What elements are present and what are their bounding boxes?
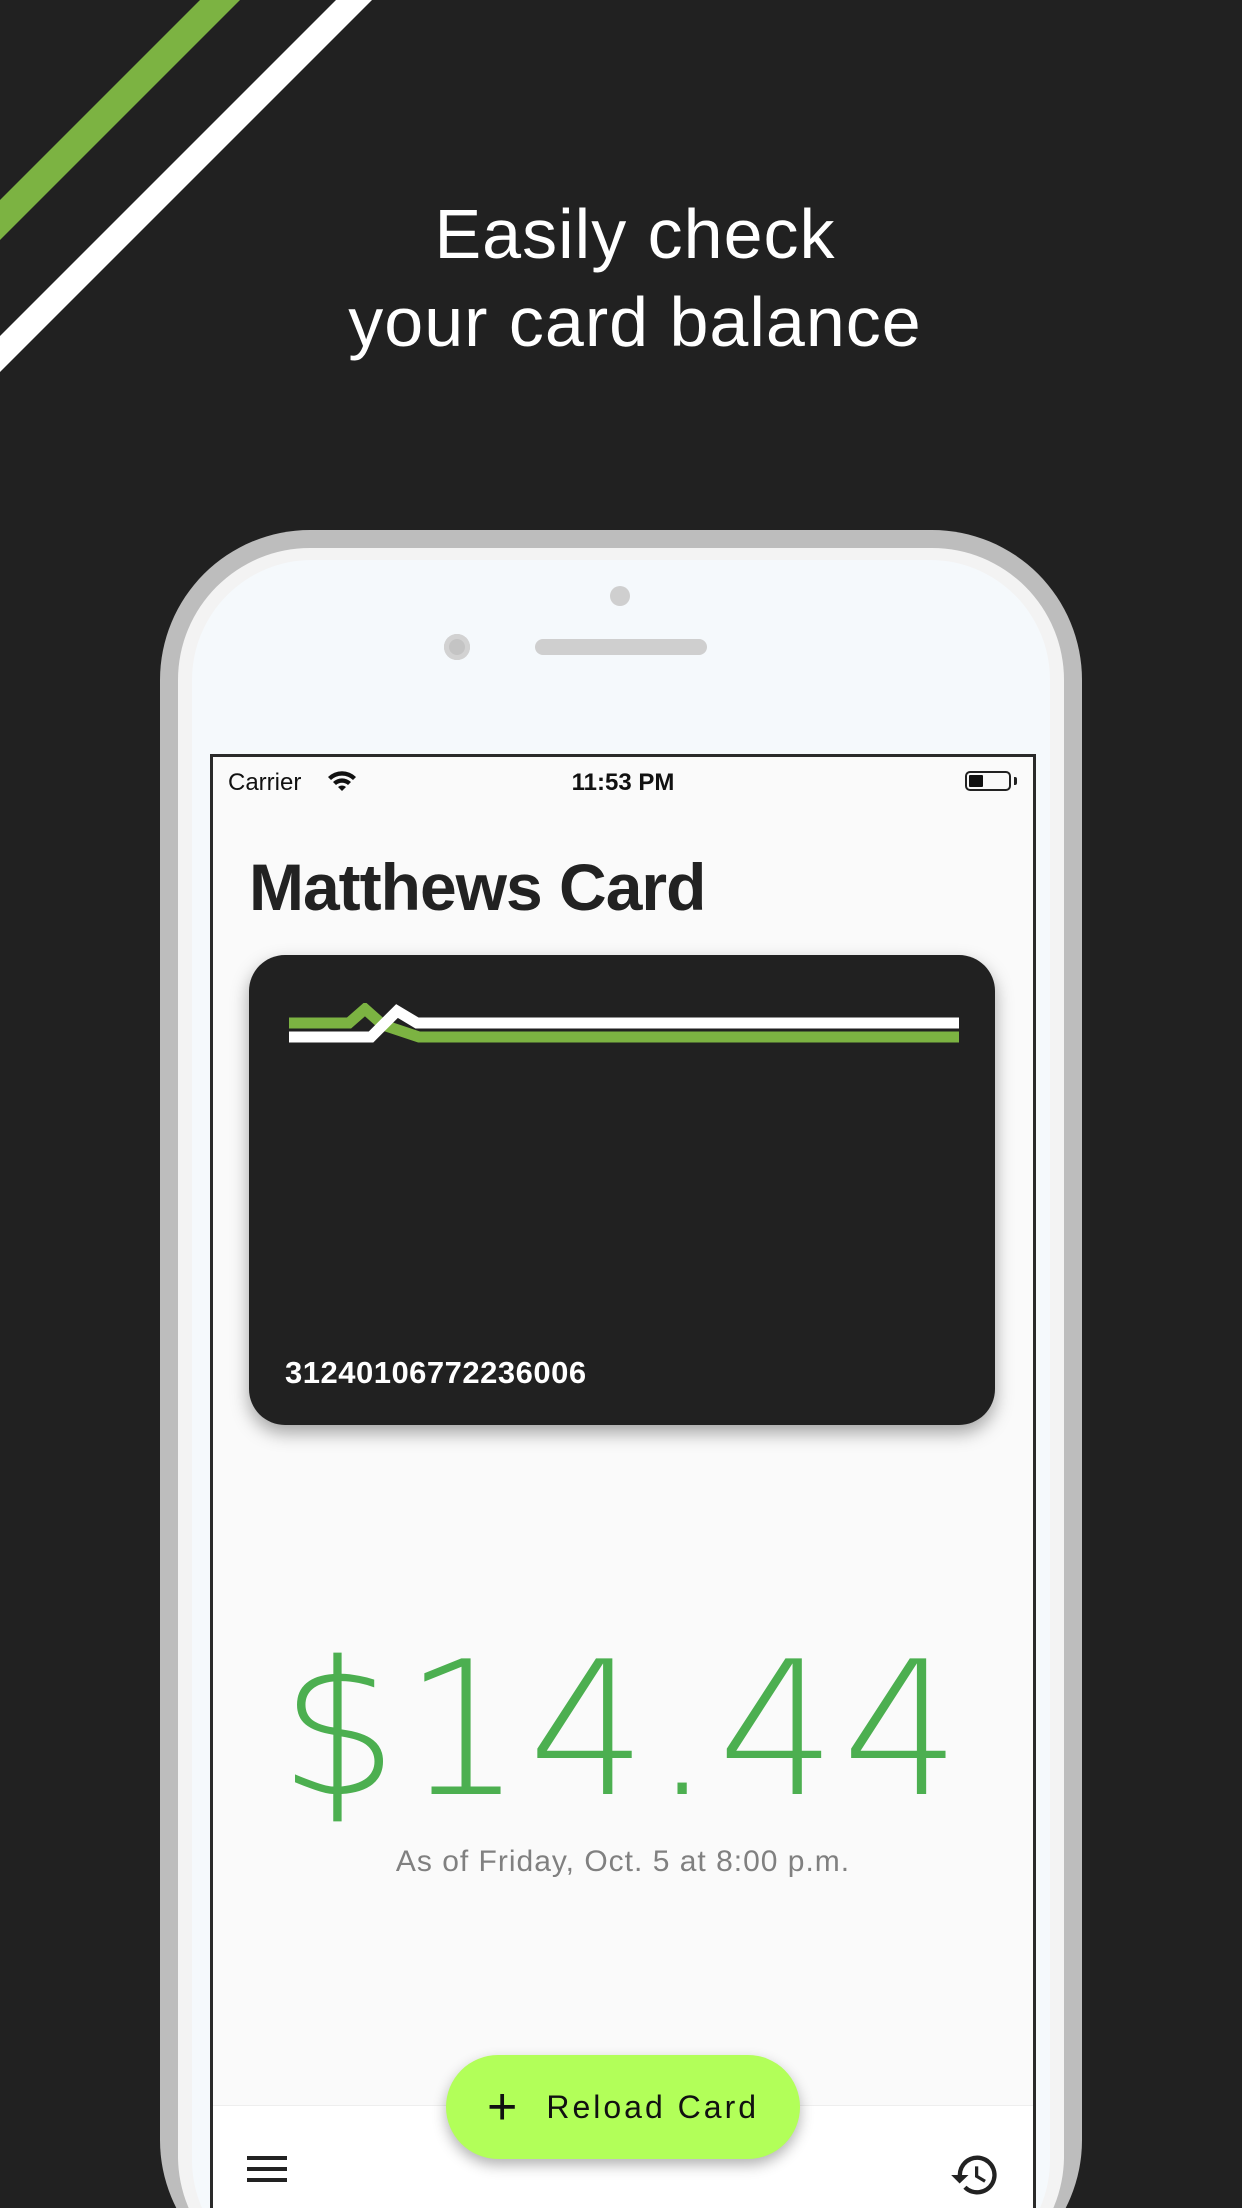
headline-line-2: your card balance bbox=[348, 283, 922, 361]
status-bar: Carrier 11:53 PM bbox=[213, 757, 1033, 807]
menu-icon[interactable] bbox=[245, 2151, 291, 2187]
reload-card-label: Reload Card bbox=[546, 2088, 760, 2125]
reload-card-button[interactable]: + Reload Card bbox=[446, 2055, 800, 2159]
status-time: 11:53 PM bbox=[571, 769, 675, 796]
balance-timestamp: As of Friday, Oct. 5 at 8:00 p.m. bbox=[395, 1845, 851, 1878]
earpiece-speaker bbox=[535, 639, 707, 655]
gift-card[interactable]: 31240106772236006 bbox=[249, 955, 995, 1425]
battery-tip bbox=[1014, 777, 1017, 785]
balance-amount: $14.44 bbox=[279, 1621, 967, 1838]
proximity-sensor bbox=[610, 586, 630, 606]
battery-icon bbox=[965, 771, 1011, 791]
promo-headline: Easily check your card balance bbox=[0, 190, 1242, 366]
plus-icon: + bbox=[486, 2078, 521, 2136]
front-camera bbox=[444, 634, 470, 660]
page-title: Matthews Card bbox=[249, 850, 706, 924]
card-logo-icon bbox=[289, 1003, 959, 1043]
promo-screen: Easily check your card balance Carrier 1… bbox=[0, 0, 1242, 2208]
history-icon[interactable] bbox=[949, 2149, 1001, 2201]
app-screen: Carrier 11:53 PM Matthews Card 312401067… bbox=[210, 754, 1036, 2208]
headline-line-1: Easily check bbox=[434, 195, 836, 273]
card-number: 31240106772236006 bbox=[285, 1355, 587, 1390]
